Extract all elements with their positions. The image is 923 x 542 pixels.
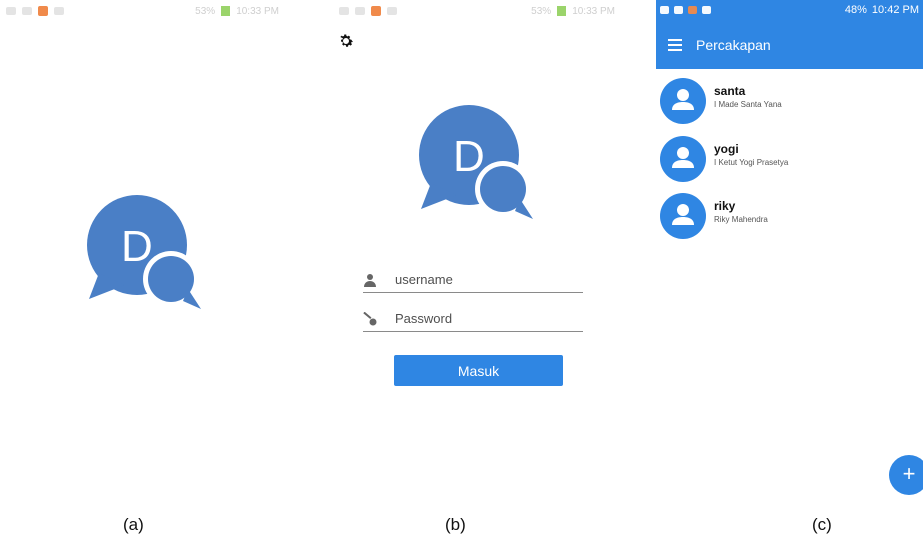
avatar bbox=[660, 136, 706, 182]
page-title: Percakapan bbox=[696, 36, 771, 53]
contact-full-name: I Made Santa Yana bbox=[714, 100, 782, 109]
user-icon bbox=[363, 273, 377, 287]
login-button[interactable]: Masuk bbox=[394, 355, 563, 386]
avatar bbox=[660, 78, 706, 124]
caption-b: (b) bbox=[445, 515, 466, 534]
logo-letter: D bbox=[121, 222, 153, 271]
notification-icon bbox=[660, 6, 669, 14]
gear-icon[interactable] bbox=[337, 32, 355, 50]
caption-a: (a) bbox=[123, 515, 144, 534]
app-notification-icon bbox=[38, 6, 48, 16]
notification-icon bbox=[22, 7, 32, 15]
person-icon bbox=[672, 89, 694, 110]
caption-c: (c) bbox=[812, 515, 832, 534]
username-input[interactable] bbox=[395, 268, 580, 290]
logo-letter: D bbox=[453, 132, 485, 181]
contact-username: yogi bbox=[714, 142, 739, 156]
hamburger-menu-icon[interactable] bbox=[668, 38, 682, 51]
list-item[interactable]: yogi I Ketut Yogi Prasetya bbox=[660, 136, 920, 186]
app-notification-icon bbox=[688, 6, 697, 14]
battery-level: 53% bbox=[195, 5, 216, 17]
notification-icon bbox=[6, 7, 16, 15]
status-time: 10:33 PM bbox=[236, 5, 279, 17]
key-icon bbox=[363, 311, 377, 326]
notification-icon bbox=[54, 7, 64, 15]
list-item[interactable]: riky Riky Mahendra bbox=[660, 193, 920, 243]
avatar bbox=[660, 193, 706, 239]
battery-level: 53% bbox=[531, 5, 552, 17]
list-item[interactable]: santa I Made Santa Yana bbox=[660, 78, 920, 128]
add-conversation-button[interactable]: + bbox=[889, 455, 923, 495]
contact-username: riky bbox=[714, 199, 736, 213]
notification-icon bbox=[674, 6, 683, 14]
splash-screen: 53% 10:33 PM D bbox=[0, 0, 285, 500]
status-time: 10:42 PM bbox=[871, 4, 919, 16]
login-screen: 53% 10:33 PM D Masuk bbox=[333, 0, 621, 500]
conversation-list-screen: 48% 10:42 PM Percakapan santa I Made San… bbox=[656, 0, 923, 500]
app-logo: D bbox=[85, 193, 205, 313]
status-time: 10:33 PM bbox=[572, 5, 615, 17]
app-notification-icon bbox=[371, 6, 381, 16]
contact-username: santa bbox=[714, 84, 746, 98]
contact-full-name: I Ketut Yogi Prasetya bbox=[714, 158, 789, 167]
notification-icon bbox=[702, 6, 711, 14]
battery-level: 48% bbox=[844, 4, 867, 16]
battery-icon bbox=[221, 6, 231, 16]
username-field bbox=[363, 268, 583, 293]
notification-icon bbox=[355, 7, 365, 15]
password-input[interactable] bbox=[395, 307, 580, 329]
status-bar: 48% 10:42 PM bbox=[656, 0, 923, 20]
person-icon bbox=[672, 204, 694, 225]
password-field bbox=[363, 307, 583, 332]
battery-icon bbox=[557, 6, 567, 16]
contact-full-name: Riky Mahendra bbox=[714, 215, 768, 224]
app-toolbar: Percakapan bbox=[656, 20, 923, 69]
status-bar: 53% 10:33 PM bbox=[333, 0, 621, 22]
status-bar: 53% 10:33 PM bbox=[0, 0, 285, 22]
notification-icon bbox=[387, 7, 397, 15]
app-logo: D bbox=[417, 103, 537, 223]
notification-icon bbox=[339, 7, 349, 15]
person-icon bbox=[672, 147, 694, 168]
